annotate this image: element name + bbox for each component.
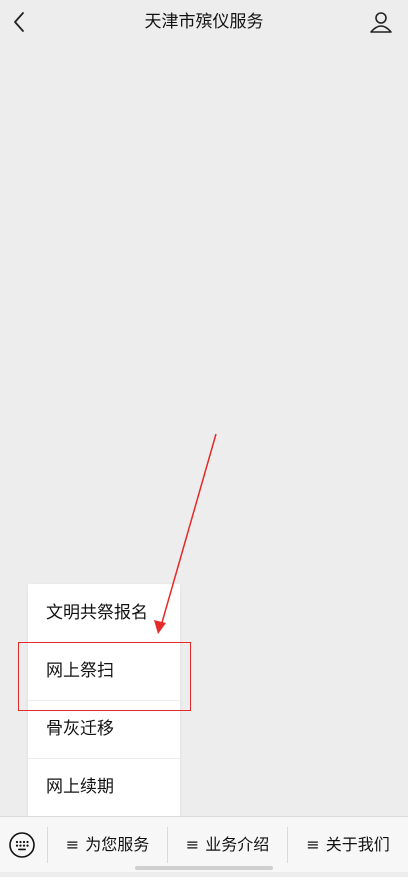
bottom-menu-bar: ≡ 为您服务 ≡ 业务介绍 ≡ 关于我们 — [0, 816, 408, 872]
submenu-item-online-renewal[interactable]: 网上续期 — [28, 758, 180, 816]
home-indicator[interactable] — [135, 866, 273, 870]
menu-wei-nin-fu-wu[interactable]: ≡ 为您服务 — [48, 817, 167, 873]
keyboard-toggle-button[interactable] — [0, 817, 46, 873]
top-nav-bar: 天津市殡仪服务 — [0, 0, 408, 44]
page-title: 天津市殡仪服务 — [144, 12, 264, 32]
menu-ye-wu-jie-shao[interactable]: ≡ 业务介绍 — [168, 817, 287, 873]
chevron-left-icon — [14, 12, 24, 32]
menu-list-icon: ≡ — [65, 835, 80, 854]
menu-label: 业务介绍 — [205, 835, 270, 854]
menu-label: 为您服务 — [85, 835, 150, 854]
menu-list-icon: ≡ — [185, 835, 200, 854]
highlight-box — [18, 642, 191, 711]
submenu-item-wenming-gongji[interactable]: 文明共祭报名 — [28, 584, 180, 642]
user-button[interactable] — [366, 7, 396, 37]
menu-list-icon: ≡ — [306, 835, 320, 854]
keyboard-icon — [9, 832, 35, 858]
menu-guan-yu-wo-men[interactable]: ≡ 关于我们 — [288, 817, 408, 873]
back-button[interactable] — [6, 7, 36, 37]
menu-label: 关于我们 — [325, 835, 390, 854]
user-icon — [370, 12, 392, 33]
